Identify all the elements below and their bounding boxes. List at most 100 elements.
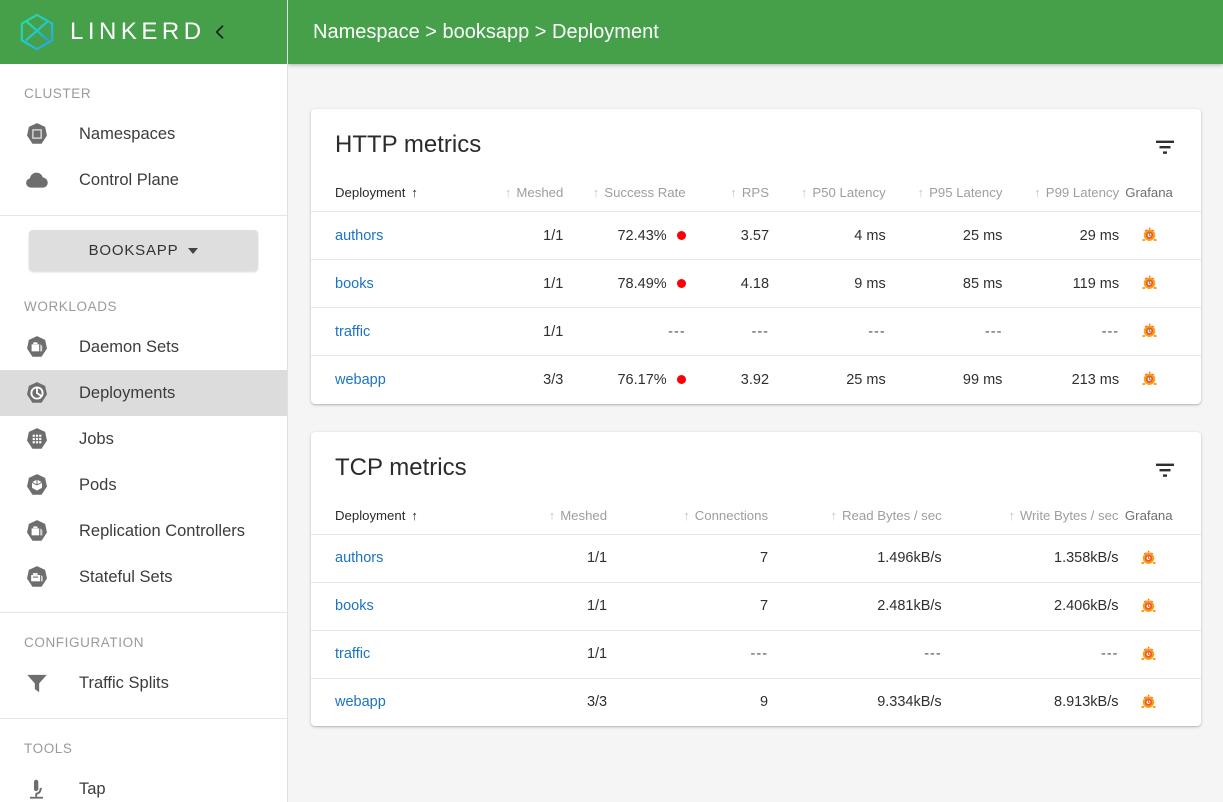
cell-p99: --- bbox=[1002, 308, 1119, 356]
cell-success-rate: --- bbox=[563, 308, 685, 356]
column-header-p99-latency[interactable]: ↑P99 Latency bbox=[1002, 159, 1119, 212]
sidebar-item-replication-controllers[interactable]: Replication Controllers bbox=[0, 508, 287, 554]
sidebar-item-namespaces[interactable]: Namespaces bbox=[0, 111, 287, 157]
grafana-icon[interactable] bbox=[1139, 693, 1158, 712]
tcp-metrics-table: Deployment↑ ↑Meshed ↑Connections ↑Read B… bbox=[311, 482, 1201, 727]
cell-read-bytes: 9.334kB/s bbox=[768, 678, 942, 726]
sidebar-section-cluster: CLUSTER Namespaces Control Plane bbox=[0, 64, 287, 216]
deployment-link[interactable]: traffic bbox=[335, 324, 370, 340]
cell-p50: 25 ms bbox=[769, 356, 886, 404]
cell-p95: 85 ms bbox=[886, 260, 1003, 308]
cell-write-bytes: 1.358kB/s bbox=[942, 534, 1119, 582]
success-rate-value-wrap: 72.43% bbox=[617, 228, 685, 244]
deployment-link[interactable]: authors bbox=[335, 550, 383, 566]
grafana-icon[interactable] bbox=[1140, 370, 1159, 389]
table-row: authors 1/1 72.43% 3.57 4 ms bbox=[311, 212, 1201, 260]
sidebar-item-pods[interactable]: Pods bbox=[0, 462, 287, 508]
cell-meshed: 1/1 bbox=[471, 534, 608, 582]
cell-grafana bbox=[1119, 356, 1201, 404]
filter-icon[interactable] bbox=[1153, 458, 1177, 482]
cell-deployment: traffic bbox=[311, 630, 471, 678]
column-header-deployment[interactable]: Deployment↑ bbox=[311, 482, 471, 535]
column-header-write-bytes[interactable]: ↑Write Bytes / sec bbox=[942, 482, 1119, 535]
section-title: TCP metrics bbox=[335, 454, 467, 482]
sidebar-item-tap[interactable]: Tap bbox=[0, 766, 287, 802]
sidebar-item-daemon-sets[interactable]: Daemon Sets bbox=[0, 324, 287, 370]
column-header-meshed[interactable]: ↑Meshed bbox=[471, 482, 608, 535]
deployment-link[interactable]: webapp bbox=[335, 694, 386, 710]
grafana-icon[interactable] bbox=[1139, 549, 1158, 568]
tcp-metrics-table-body: authors 1/1 7 1.496kB/s 1.358kB/s bbox=[311, 534, 1201, 726]
cell-success-rate: 72.43% bbox=[563, 212, 685, 260]
funnel-icon bbox=[22, 668, 52, 698]
sort-ascending-icon: ↑ bbox=[505, 185, 512, 200]
pod-icon bbox=[22, 470, 52, 500]
brand-header: LINKERD bbox=[0, 0, 287, 64]
cell-grafana bbox=[1119, 582, 1202, 630]
column-header-success-rate[interactable]: ↑Success Rate bbox=[563, 159, 685, 212]
column-header-grafana: Grafana bbox=[1119, 159, 1201, 212]
column-header-rps[interactable]: ↑RPS bbox=[686, 159, 769, 212]
cell-read-bytes: --- bbox=[768, 630, 942, 678]
sidebar-item-traffic-splits[interactable]: Traffic Splits bbox=[0, 660, 287, 706]
deployment-link[interactable]: webapp bbox=[335, 372, 386, 388]
cell-p99: 119 ms bbox=[1002, 260, 1119, 308]
grafana-icon[interactable] bbox=[1140, 226, 1159, 245]
content-area: HTTP metrics Deployment↑ bbox=[288, 64, 1223, 802]
cell-deployment: webapp bbox=[311, 678, 471, 726]
column-header-meshed[interactable]: ↑Meshed bbox=[468, 159, 563, 212]
sort-ascending-icon: ↑ bbox=[831, 508, 838, 523]
cell-rps: 3.92 bbox=[686, 356, 769, 404]
column-header-grafana: Grafana bbox=[1119, 482, 1202, 535]
cell-grafana bbox=[1119, 534, 1202, 582]
namespace-select[interactable]: BOOKSAPP bbox=[29, 230, 258, 271]
linkerd-logo-icon bbox=[16, 11, 58, 53]
http-metrics-card-header: HTTP metrics bbox=[311, 109, 1201, 159]
grafana-icon[interactable] bbox=[1140, 274, 1159, 293]
top-bar: Namespace > booksapp > Deployment bbox=[288, 0, 1223, 64]
http-metrics-table: Deployment↑ ↑Meshed ↑Success Rate ↑RPS bbox=[311, 159, 1201, 404]
sort-ascending-icon: ↑ bbox=[1008, 508, 1015, 523]
sidebar-item-stateful-sets[interactable]: Stateful Sets bbox=[0, 554, 287, 600]
cell-connections: --- bbox=[607, 630, 768, 678]
sidebar-section-label-tools: TOOLS bbox=[0, 719, 287, 766]
sidebar-section-tools: TOOLS Tap bbox=[0, 719, 287, 802]
cell-meshed: 3/3 bbox=[471, 678, 608, 726]
cell-meshed: 3/3 bbox=[468, 356, 563, 404]
sidebar-item-control-plane[interactable]: Control Plane bbox=[0, 157, 287, 203]
app-root: LINKERD CLUSTER Namespaces bbox=[0, 0, 1223, 802]
sidebar-item-deployments[interactable]: Deployments bbox=[0, 370, 287, 416]
sort-ascending-icon: ↑ bbox=[918, 185, 925, 200]
sidebar-item-label: Replication Controllers bbox=[79, 522, 245, 541]
filter-icon[interactable] bbox=[1153, 135, 1177, 159]
caret-down-icon bbox=[188, 248, 198, 254]
sidebar-item-label: Stateful Sets bbox=[79, 568, 173, 587]
column-header-p50-latency[interactable]: ↑P50 Latency bbox=[769, 159, 886, 212]
table-row: authors 1/1 7 1.496kB/s 1.358kB/s bbox=[311, 534, 1201, 582]
sidebar-item-jobs[interactable]: Jobs bbox=[0, 416, 287, 462]
deployment-link[interactable]: traffic bbox=[335, 646, 370, 662]
cell-read-bytes: 2.481kB/s bbox=[768, 582, 942, 630]
cell-connections: 9 bbox=[607, 678, 768, 726]
grafana-icon[interactable] bbox=[1139, 597, 1158, 616]
sort-ascending-icon: ↑ bbox=[593, 185, 600, 200]
tcp-metrics-table-head: Deployment↑ ↑Meshed ↑Connections ↑Read B… bbox=[311, 482, 1201, 535]
deployment-link[interactable]: books bbox=[335, 276, 374, 292]
table-header-row: Deployment↑ ↑Meshed ↑Success Rate ↑RPS bbox=[311, 159, 1201, 212]
deployment-link[interactable]: authors bbox=[335, 228, 383, 244]
column-header-read-bytes[interactable]: ↑Read Bytes / sec bbox=[768, 482, 942, 535]
cell-deployment: authors bbox=[311, 212, 468, 260]
grafana-icon[interactable] bbox=[1140, 322, 1159, 341]
success-rate-value: 78.49% bbox=[617, 276, 666, 292]
chevron-left-icon[interactable] bbox=[206, 18, 234, 46]
deployment-link[interactable]: books bbox=[335, 598, 374, 614]
statefulset-icon bbox=[22, 562, 52, 592]
grafana-icon[interactable] bbox=[1139, 645, 1158, 664]
status-badge bbox=[677, 375, 686, 384]
column-header-connections[interactable]: ↑Connections bbox=[607, 482, 768, 535]
column-header-deployment[interactable]: Deployment↑ bbox=[311, 159, 468, 212]
cell-p50: 9 ms bbox=[769, 260, 886, 308]
column-header-p95-latency[interactable]: ↑P95 Latency bbox=[886, 159, 1003, 212]
cell-connections: 7 bbox=[607, 582, 768, 630]
cell-deployment: authors bbox=[311, 534, 471, 582]
